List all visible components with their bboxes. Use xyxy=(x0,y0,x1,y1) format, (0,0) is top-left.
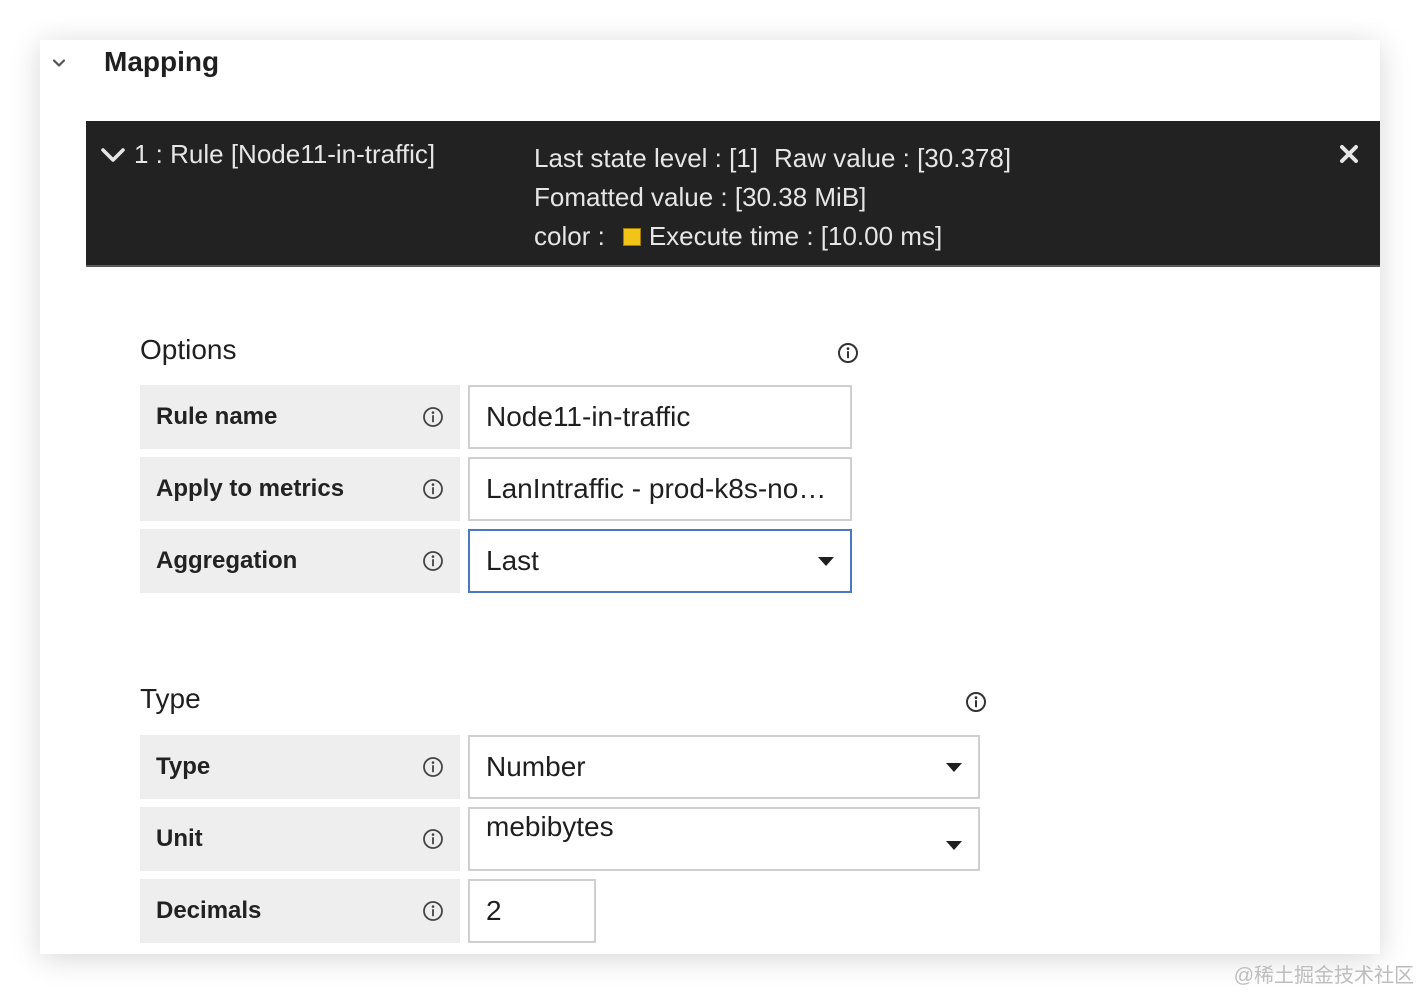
aggregation-info-icon[interactable] xyxy=(422,550,444,572)
options-info-icon[interactable] xyxy=(837,342,859,364)
section-collapse-chevron-icon[interactable] xyxy=(50,54,68,72)
execute-time: Execute time : [10.00 ms] xyxy=(648,221,943,251)
apply-to-metrics-info-icon[interactable] xyxy=(422,478,444,500)
apply-to-metrics-label: Apply to metrics xyxy=(140,457,460,521)
decimals-info-icon[interactable] xyxy=(422,900,444,922)
apply-to-metrics-input[interactable]: LanIntraffic - prod-k8s-nod… xyxy=(468,457,852,521)
rule-status-info: Last state level : [1] Raw value : [30.3… xyxy=(534,139,1011,256)
chevron-down-icon xyxy=(946,841,962,850)
rule-collapse-chevron-icon[interactable] xyxy=(100,145,126,170)
rule-name-input[interactable]: Node11-in-traffic xyxy=(468,385,852,449)
rule-title: 1 : Rule [Node11-in-traffic] xyxy=(134,139,436,169)
decimals-input[interactable]: 2 xyxy=(468,879,596,943)
formatted-value: Fomatted value : [30.38 MiB] xyxy=(534,182,867,212)
unit-label: Unit xyxy=(140,807,460,871)
aggregation-select[interactable]: Last xyxy=(468,529,852,593)
type-field-info-icon[interactable] xyxy=(422,756,444,778)
watermark: @稀土掘金技术社区 xyxy=(1233,965,1414,987)
chevron-down-icon xyxy=(818,556,834,566)
type-select[interactable]: Number xyxy=(468,735,980,799)
decimals-label: Decimals xyxy=(140,879,460,943)
options-group-title: Options xyxy=(140,334,237,365)
chevron-down-icon xyxy=(946,762,962,772)
section-title: Mapping xyxy=(104,46,220,77)
color-swatch xyxy=(622,227,641,246)
aggregation-label: Aggregation xyxy=(140,529,460,593)
rule-header[interactable]: 1 : Rule [Node11-in-traffic] Last state … xyxy=(86,121,1380,267)
rule-name-label: Rule name xyxy=(140,385,460,449)
close-icon[interactable] xyxy=(1338,143,1360,165)
color-label: color : xyxy=(534,221,605,251)
type-label: Type xyxy=(140,735,460,799)
rule-name-info-icon[interactable] xyxy=(422,406,444,428)
unit-select[interactable]: mebibytes xyxy=(468,807,980,871)
raw-value: Raw value : [30.378] xyxy=(774,143,1012,173)
mapping-panel: Mapping 1 : Rule [Node11-in-traffic] Las… xyxy=(40,40,1380,954)
type-group-title: Type xyxy=(140,683,201,714)
type-info-icon[interactable] xyxy=(965,691,987,713)
last-state-level: Last state level : [1] xyxy=(534,143,759,173)
unit-info-icon[interactable] xyxy=(422,828,444,850)
